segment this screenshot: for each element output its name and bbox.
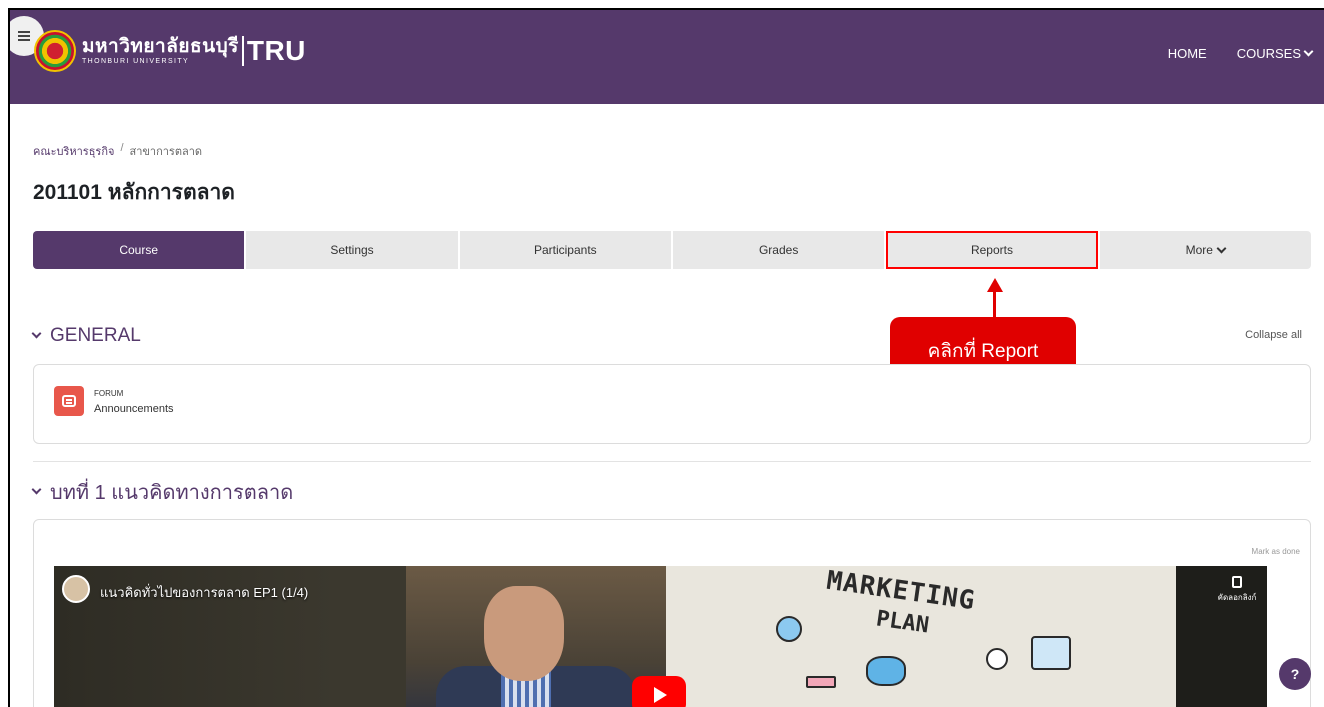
chevron-down-icon bbox=[31, 484, 42, 495]
activity-type-label: FORUM bbox=[94, 389, 124, 398]
activity-announcements-link[interactable]: Announcements bbox=[94, 403, 174, 415]
chevron-down-icon bbox=[31, 328, 42, 339]
copy-link-button[interactable]: คัดลอกลิงก์ bbox=[1215, 576, 1259, 604]
section-topic-1-header[interactable]: บทที่ 1 แนวคิดทางการตลาด bbox=[31, 476, 294, 508]
collapse-all-link[interactable]: Collapse all bbox=[1245, 329, 1302, 341]
help-button[interactable]: ? bbox=[1279, 658, 1311, 690]
tab-settings-label: Settings bbox=[330, 243, 374, 257]
video-title[interactable]: แนวคิดทั่วไปของการตลาด EP1 (1/4) bbox=[100, 582, 308, 603]
browser-frame: มหาวิทยาลัยธนบุรี THONBURI UNIVERSITY TR… bbox=[8, 8, 1324, 707]
breadcrumb-item-faculty[interactable]: คณะบริหารธุรกิจ bbox=[33, 142, 114, 160]
annotation-arrow-head bbox=[987, 278, 1003, 292]
site-header: มหาวิทยาลัยธนบุรี THONBURI UNIVERSITY TR… bbox=[10, 10, 1324, 104]
logo-thai-text: มหาวิทยาลัยธนบุรี bbox=[82, 36, 239, 57]
breadcrumb: คณะบริหารธุรกิจ / สาขาการตลาด bbox=[33, 142, 202, 160]
tab-grades-label: Grades bbox=[758, 243, 799, 257]
activity-forum-card: FORUM Announcements bbox=[33, 364, 1311, 444]
play-icon bbox=[654, 687, 667, 703]
tab-more[interactable]: More bbox=[1099, 231, 1311, 269]
tab-course[interactable]: Course bbox=[33, 231, 245, 269]
chevron-down-icon bbox=[1303, 46, 1314, 57]
tab-grades[interactable]: Grades bbox=[672, 231, 885, 269]
activity-video-card: Mark as done MARKETING PLAN แนวคิดทั่วไป… bbox=[33, 519, 1311, 707]
site-logo[interactable]: มหาวิทยาลัยธนบุรี THONBURI UNIVERSITY TR… bbox=[34, 26, 306, 76]
nav-courses-dropdown[interactable]: COURSES bbox=[1236, 46, 1314, 61]
channel-avatar[interactable] bbox=[62, 575, 90, 603]
annotation-arrow-line bbox=[993, 292, 996, 318]
page-title: 201101 หลักการตลาด bbox=[33, 181, 235, 204]
section-topic-1-title: บทที่ 1 แนวคิดทางการตลาด bbox=[50, 482, 294, 504]
tab-settings[interactable]: Settings bbox=[246, 231, 458, 269]
breadcrumb-item-department[interactable]: สาขาการตลาด bbox=[130, 142, 203, 160]
copy-icon bbox=[1232, 576, 1242, 588]
logo-wordmark: มหาวิทยาลัยธนบุรี THONBURI UNIVERSITY TR… bbox=[82, 35, 306, 67]
logo-english-text: THONBURI UNIVERSITY bbox=[82, 58, 190, 65]
course-tabs: Course Settings Participants Grades Repo… bbox=[33, 231, 1311, 269]
tab-participants[interactable]: Participants bbox=[459, 231, 671, 269]
nav-home-link[interactable]: HOME bbox=[1168, 46, 1207, 61]
menu-icon bbox=[18, 31, 30, 41]
mark-as-done-button[interactable]: Mark as done bbox=[1252, 547, 1300, 556]
tab-more-label: More bbox=[1185, 243, 1213, 257]
tab-reports-label: Reports bbox=[970, 243, 1013, 257]
section-general-header[interactable]: GENERAL bbox=[31, 325, 141, 347]
university-seal-icon bbox=[34, 30, 76, 72]
video-marketing-board: MARKETING PLAN bbox=[666, 566, 1176, 707]
nav-courses-label: COURSES bbox=[1236, 46, 1301, 61]
forum-icon bbox=[54, 386, 84, 416]
section-general-title: GENERAL bbox=[50, 325, 141, 346]
chevron-down-icon bbox=[1216, 243, 1227, 253]
play-button[interactable] bbox=[632, 676, 686, 707]
logo-divider bbox=[241, 36, 244, 66]
copy-link-label: คัดลอกลิงก์ bbox=[1217, 593, 1257, 602]
nav-home-label: HOME bbox=[1167, 46, 1207, 61]
logo-abbr: TRU bbox=[246, 35, 306, 66]
video-presenter bbox=[406, 566, 666, 707]
section-divider bbox=[33, 461, 1311, 462]
embedded-video-player[interactable]: MARKETING PLAN แนวคิดทั่วไปของการตลาด EP… bbox=[54, 566, 1267, 707]
tab-participants-label: Participants bbox=[533, 243, 597, 257]
top-navigation: HOME COURSES bbox=[1168, 46, 1314, 61]
tab-course-label: Course bbox=[119, 243, 158, 257]
tab-reports[interactable]: Reports bbox=[886, 231, 1098, 269]
breadcrumb-separator: / bbox=[120, 142, 124, 154]
board-text-plan: PLAN bbox=[874, 606, 931, 639]
